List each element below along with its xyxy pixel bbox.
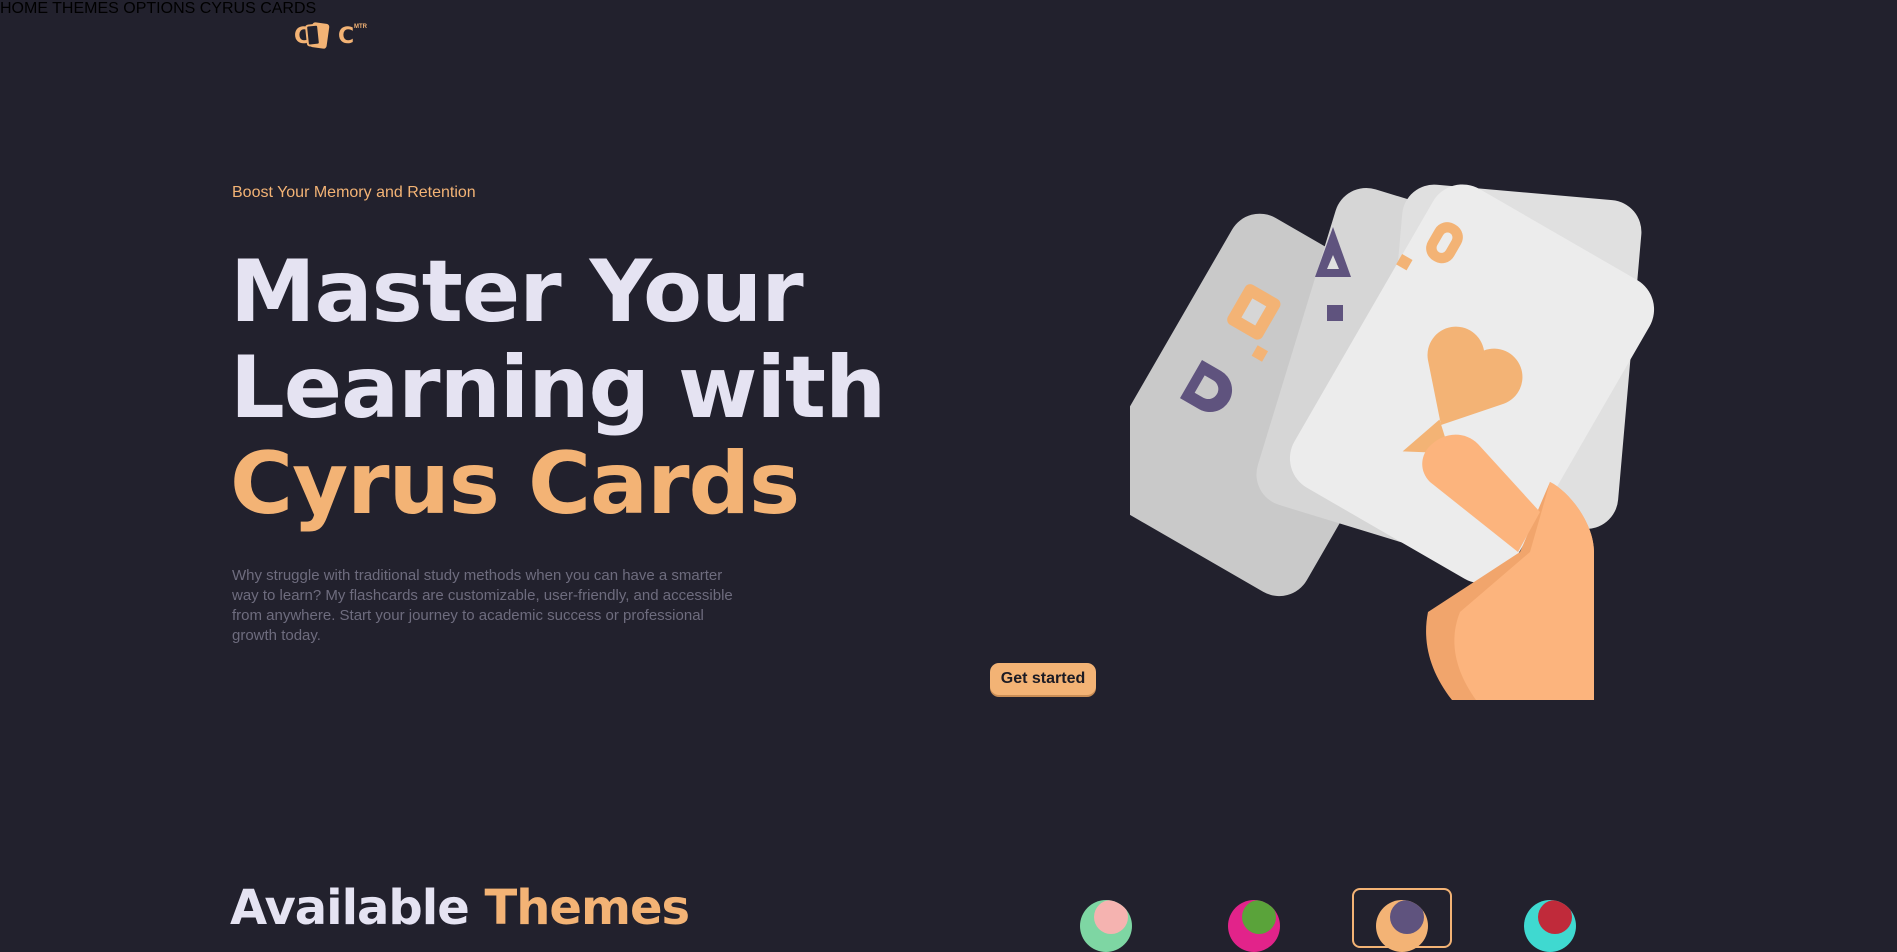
theme-swatch-teal-red[interactable]	[1500, 888, 1600, 952]
hero-eyebrow: Boost Your Memory and Retention	[232, 184, 476, 201]
nav-options[interactable]: OPTIONS	[123, 0, 195, 17]
logo-card-icon	[309, 21, 330, 50]
nav-cyrus-cards[interactable]: CYRUS CARDS	[200, 0, 316, 17]
theme-swatch-circle	[1376, 900, 1428, 952]
hero-description: Why struggle with traditional study meth…	[232, 567, 733, 644]
logo-letter-right: C	[338, 24, 355, 49]
headline-line-2: Learning with	[230, 338, 886, 438]
nav-themes[interactable]: THEMES	[52, 0, 119, 17]
get-started-button[interactable]: Get started	[990, 663, 1096, 695]
hand-holding-cards-illustration	[1130, 184, 1655, 700]
main-nav: HOME THEMES OPTIONS CYRUS CARDS	[0, 0, 1897, 18]
hero-headline: Master Your Learning with Cyrus Cards	[230, 242, 886, 534]
theme-swatch-circle	[1228, 900, 1280, 952]
theme-swatch-circle	[1524, 900, 1576, 952]
headline-accent: Cyrus Cards	[230, 434, 800, 534]
headline-line-1: Master Your	[230, 242, 804, 342]
theme-swatch-circle	[1080, 900, 1132, 952]
brand-logo[interactable]: C C MTR	[294, 20, 368, 54]
theme-swatch-mint-pink[interactable]	[1056, 888, 1156, 952]
theme-swatch-magenta-green[interactable]	[1204, 888, 1304, 952]
theme-swatch-orange-purple[interactable]	[1352, 888, 1452, 952]
nav-home[interactable]: HOME	[0, 0, 48, 17]
logo-superscript: MTR	[354, 24, 367, 30]
